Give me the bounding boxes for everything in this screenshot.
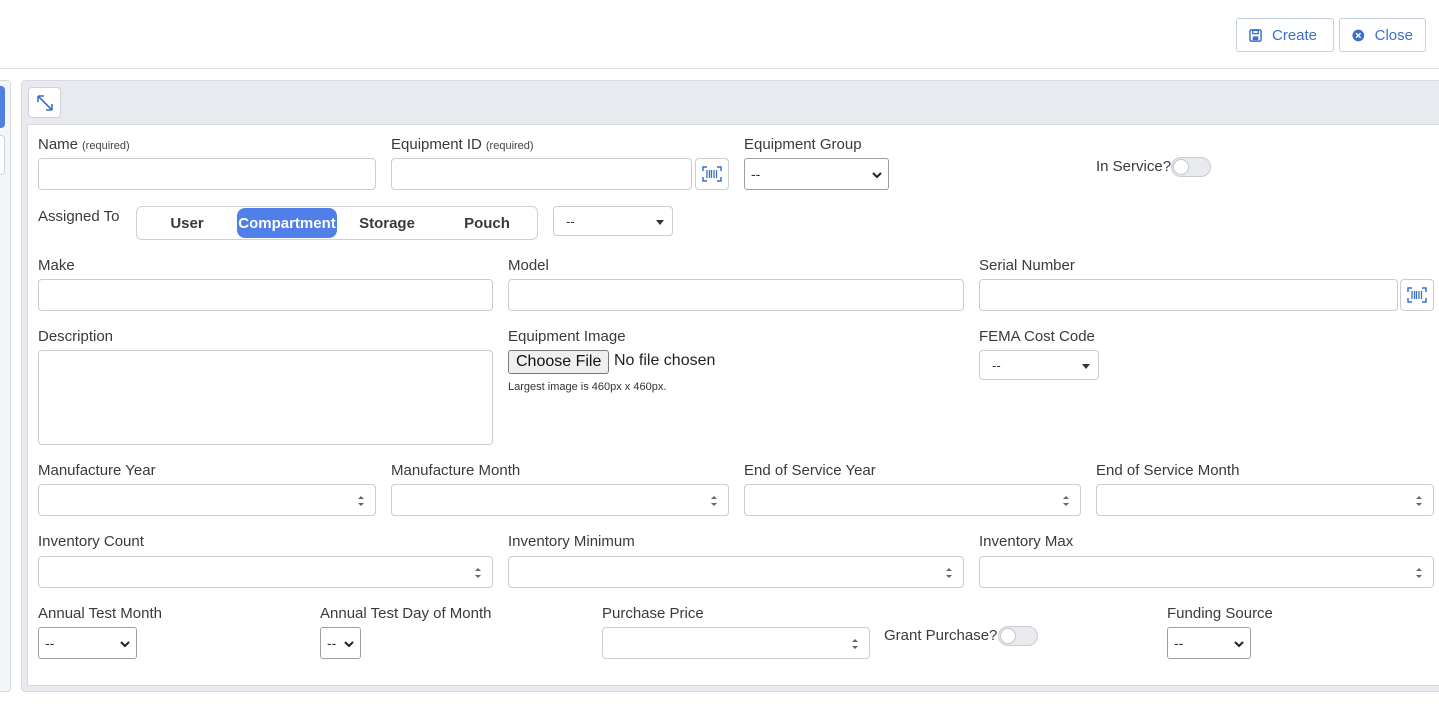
manufacture-month-input[interactable] [391,484,729,516]
close-circle-icon [1352,29,1365,41]
make-label: Make [38,257,75,274]
description-textarea[interactable] [38,350,493,445]
fema-cost-code-value: -- [992,357,1001,373]
chevron-down-icon [344,641,354,648]
inventory-minimum-label: Inventory Minimum [508,533,635,550]
funding-source-value: -- [1174,635,1184,651]
annual-test-month-select[interactable]: -- [38,627,137,659]
annual-test-day-select[interactable]: -- [320,627,361,659]
spinner-icon[interactable] [1415,494,1423,508]
assigned-target-value: -- [566,213,575,229]
spinner-icon[interactable] [710,494,718,508]
inventory-count-input[interactable] [38,556,493,588]
purchase-price-label: Purchase Price [602,605,704,622]
inventory-minimum-input[interactable] [508,556,964,588]
end-of-service-month-label: End of Service Month [1096,462,1240,479]
serial-number-scan-button[interactable] [1400,279,1434,311]
in-service-label: In Service? [1096,158,1172,175]
fema-cost-code-select[interactable]: -- [979,350,1099,380]
model-label: Model [508,257,549,274]
image-size-hint: Largest image is 460px x 460px. [508,381,667,393]
funding-source-select[interactable]: -- [1167,627,1251,659]
serial-number-input[interactable] [979,279,1398,311]
annual-test-month-label: Annual Test Month [38,605,162,622]
equipment-image-label: Equipment Image [508,328,626,345]
rail-tab-active[interactable] [0,86,5,128]
segment-compartment[interactable]: Compartment [237,208,337,238]
equipment-group-label: Equipment Group [744,136,862,153]
choose-file-button[interactable]: Choose File [508,350,610,374]
annual-test-day-value: -- [327,635,337,651]
file-status: No file chosen [614,352,716,369]
barcode-scan-icon [1407,287,1427,303]
chevron-down-icon [120,641,130,648]
equipment-group-select[interactable]: -- [744,158,889,190]
grant-purchase-toggle[interactable] [998,626,1038,646]
save-icon [1249,28,1262,42]
expand-button[interactable] [28,87,61,118]
inventory-max-input[interactable] [979,556,1434,588]
fema-cost-code-label: FEMA Cost Code [979,328,1095,345]
assigned-to-segmented: User Compartment Storage Pouch [136,206,538,240]
equipment-id-scan-button[interactable] [695,158,729,190]
inventory-max-label: Inventory Max [979,533,1074,550]
spinner-icon[interactable] [851,637,859,651]
make-input[interactable] [38,279,493,311]
description-label: Description [38,328,114,345]
name-input[interactable] [38,158,376,190]
end-of-service-year-input[interactable] [744,484,1081,516]
expand-icon [36,94,53,111]
chevron-down-icon [872,172,882,179]
chevron-down-icon [1234,641,1244,648]
assigned-target-select[interactable]: -- [553,206,673,236]
end-of-service-year-label: End of Service Year [744,462,876,479]
equipment-id-input[interactable] [391,158,692,190]
funding-source-label: Funding Source [1167,605,1273,622]
in-service-toggle[interactable] [1171,157,1211,177]
close-button-label: Close [1374,26,1413,44]
segment-pouch[interactable]: Pouch [437,208,537,238]
toggle-knob [1000,628,1016,644]
equipment-group-value: -- [751,166,761,182]
spinner-icon[interactable] [474,566,482,580]
top-toolbar: Create Close [0,0,1439,69]
name-label: Name (required) [38,136,130,153]
purchase-price-input[interactable] [602,627,870,659]
end-of-service-month-input[interactable] [1096,484,1434,516]
segment-user[interactable]: User [137,208,237,238]
manufacture-month-label: Manufacture Month [391,462,521,479]
spinner-icon[interactable] [945,566,953,580]
create-button[interactable]: Create [1236,18,1334,52]
manufacture-year-label: Manufacture Year [38,462,156,479]
close-button[interactable]: Close [1339,18,1426,52]
caret-down-icon [656,220,664,225]
model-input[interactable] [508,279,964,311]
barcode-scan-icon [702,166,722,182]
toggle-knob [1173,159,1189,175]
inventory-count-label: Inventory Count [38,533,144,550]
spinner-icon[interactable] [1062,494,1070,508]
spinner-icon[interactable] [357,494,365,508]
grant-purchase-label: Grant Purchase? [884,627,998,644]
equipment-id-label: Equipment ID (required) [391,136,534,153]
annual-test-month-value: -- [45,635,55,651]
segment-storage[interactable]: Storage [337,208,437,238]
spinner-icon[interactable] [1415,566,1423,580]
annual-test-day-label: Annual Test Day of Month [320,605,492,622]
serial-number-label: Serial Number [979,257,1075,274]
rail-tab[interactable] [0,135,5,175]
create-button-label: Create [1272,26,1318,44]
caret-down-icon [1082,364,1090,369]
manufacture-year-input[interactable] [38,484,376,516]
assigned-to-label: Assigned To [38,208,120,225]
